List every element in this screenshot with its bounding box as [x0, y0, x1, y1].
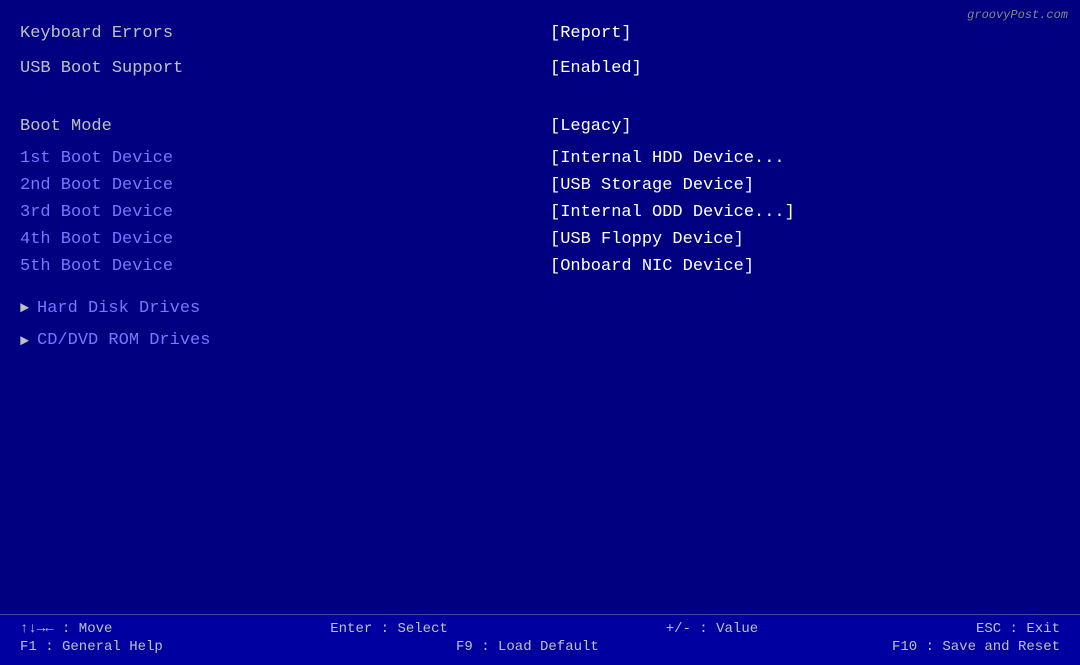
boot-device-5-label: 5th Boot Device — [20, 253, 173, 280]
usb-boot-support-row: USB Boot Support — [20, 55, 530, 82]
hard-disk-drives-item[interactable]: ► Hard Disk Drives — [20, 295, 1060, 324]
boot-device-5-value: [Onboard NIC Device] — [550, 253, 754, 280]
left-settings: Keyboard Errors USB Boot Support — [20, 20, 540, 90]
cdvdrom-drives-label: CD/DVD ROM Drives — [37, 327, 210, 356]
esc-key: ESC : Exit — [976, 621, 1060, 637]
boot-device-2-value: [USB Storage Device] — [550, 172, 754, 199]
boot-device-2-row[interactable]: 2nd Boot Device — [20, 172, 530, 199]
f1-key: F1 : General Help — [20, 639, 163, 655]
boot-device-2-value-row: [USB Storage Device] — [550, 172, 1060, 199]
f1-shortcut: F1 : General Help — [20, 639, 163, 655]
f10-shortcut: F10 : Save and Reset — [892, 639, 1060, 655]
boot-device-5-row[interactable]: 5th Boot Device — [20, 253, 530, 280]
boot-device-4-label: 4th Boot Device — [20, 226, 173, 253]
status-row-2: F1 : General Help F9 : Load Default F10 … — [20, 639, 1060, 655]
keyboard-errors-value-row: [Report] — [550, 20, 1060, 47]
boot-mode-value-row: [Legacy] — [550, 113, 1060, 140]
boot-values: [Legacy] [Internal HDD Device... [USB St… — [540, 113, 1060, 280]
boot-mode-label: Boot Mode — [20, 113, 112, 140]
status-bar-content: ↑↓→← : Move Enter : Select +/- : Value E… — [20, 621, 1060, 657]
esc-shortcut: ESC : Exit — [976, 621, 1060, 637]
boot-labels: Boot Mode 1st Boot Device 2nd Boot Devic… — [20, 113, 540, 280]
boot-device-4-value-row: [USB Floppy Device] — [550, 226, 1060, 253]
usb-boot-label: USB Boot Support — [20, 55, 183, 82]
drive-submenu-section: ► Hard Disk Drives ► CD/DVD ROM Drives — [20, 295, 1060, 357]
boot-settings-section: Boot Mode 1st Boot Device 2nd Boot Devic… — [20, 113, 1060, 280]
select-shortcut: Enter : Select — [330, 621, 448, 637]
value-key: +/- : Value — [666, 621, 758, 637]
boot-mode-value: [Legacy] — [550, 113, 632, 140]
boot-device-4-value: [USB Floppy Device] — [550, 226, 744, 253]
f9-key: F9 : Load Default — [456, 639, 599, 655]
boot-mode-row: Boot Mode — [20, 113, 530, 140]
boot-device-1-value: [Internal HDD Device... — [550, 145, 785, 172]
boot-device-2-label: 2nd Boot Device — [20, 172, 173, 199]
status-bar: ↑↓→← : Move Enter : Select +/- : Value E… — [0, 614, 1080, 665]
usb-boot-support-value-row: [Enabled] — [550, 55, 1060, 82]
keyboard-errors-value: [Report] — [550, 20, 632, 47]
keyboard-errors-label: Keyboard Errors — [20, 20, 173, 47]
status-row-1: ↑↓→← : Move Enter : Select +/- : Value E… — [20, 621, 1060, 637]
f10-key: F10 : Save and Reset — [892, 639, 1060, 655]
select-key: Enter : Select — [330, 621, 448, 637]
arrow-icon-hdd: ► — [20, 296, 29, 322]
keyboard-errors-row: Keyboard Errors — [20, 20, 530, 47]
right-settings: [Report] [Enabled] — [540, 20, 1060, 90]
usb-boot-value: [Enabled] — [550, 55, 642, 82]
boot-device-3-value: [Internal ODD Device...] — [550, 199, 795, 226]
hard-disk-drives-label: Hard Disk Drives — [37, 295, 200, 324]
move-shortcut: ↑↓→← : Move — [20, 621, 112, 637]
boot-device-5-value-row: [Onboard NIC Device] — [550, 253, 1060, 280]
watermark: groovyPost.com — [967, 8, 1068, 22]
boot-device-4-row[interactable]: 4th Boot Device — [20, 226, 530, 253]
cdvdrom-drives-item[interactable]: ► CD/DVD ROM Drives — [20, 327, 1060, 356]
value-shortcut: +/- : Value — [666, 621, 758, 637]
boot-device-1-label: 1st Boot Device — [20, 145, 173, 172]
arrow-icon-cdrom: ► — [20, 329, 29, 355]
boot-device-3-label: 3rd Boot Device — [20, 199, 173, 226]
bios-screen: groovyPost.com Keyboard Errors USB Boot … — [0, 0, 1080, 665]
boot-device-3-value-row: [Internal ODD Device...] — [550, 199, 1060, 226]
move-key: ↑↓→← : Move — [20, 621, 112, 637]
boot-device-1-value-row: [Internal HDD Device... — [550, 145, 1060, 172]
boot-device-1-row[interactable]: 1st Boot Device — [20, 145, 530, 172]
f9-shortcut: F9 : Load Default — [456, 639, 599, 655]
boot-device-3-row[interactable]: 3rd Boot Device — [20, 199, 530, 226]
